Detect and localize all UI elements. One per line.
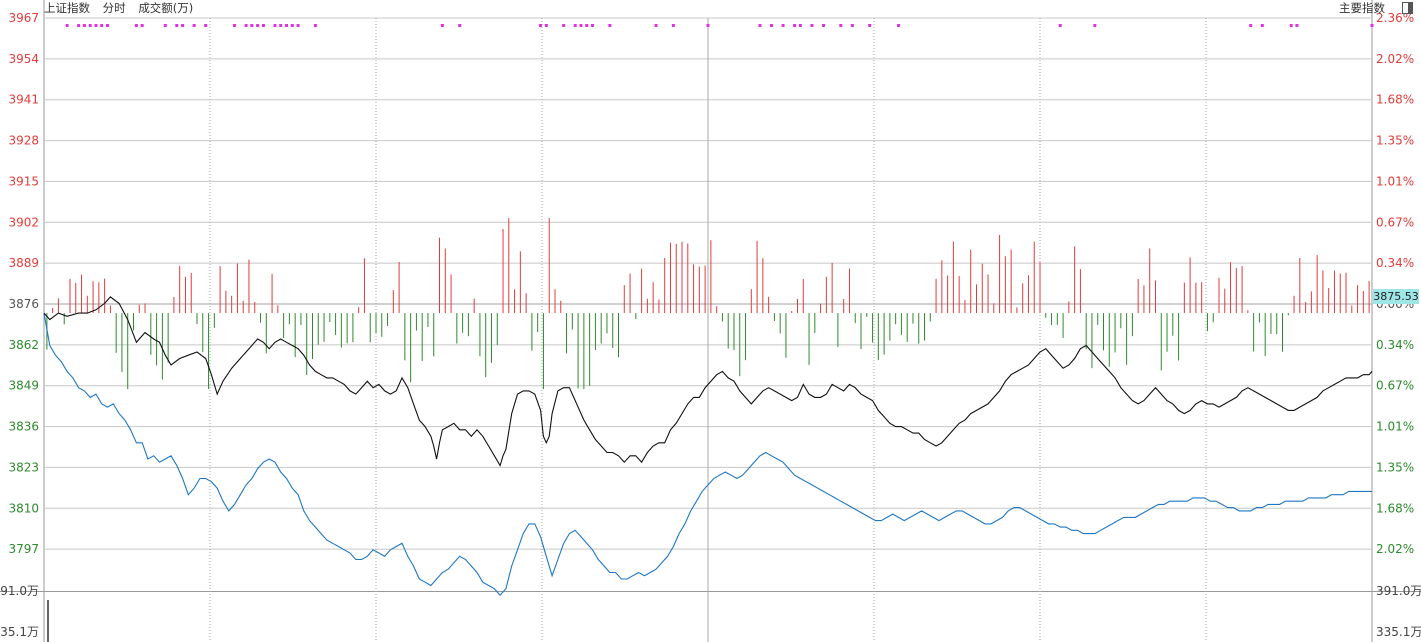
- signal-marker: [175, 24, 179, 27]
- y-left-tick-label: 3941: [8, 93, 39, 107]
- y-left-tick-label: 3823: [8, 460, 39, 474]
- signal-marker: [706, 24, 710, 27]
- indicator-label[interactable]: 成交额(万): [138, 1, 193, 15]
- chart-header: 上证指数 分时 成交额(万): [44, 0, 202, 16]
- y-right-tick-label: 1.01%: [1376, 174, 1414, 188]
- y-left-tick-label: 3967: [8, 11, 39, 25]
- signal-marker: [100, 24, 104, 27]
- signal-marker: [850, 24, 854, 27]
- volume-lower-tick-right: 335.1万: [1376, 625, 1421, 639]
- signal-marker: [106, 24, 110, 27]
- signal-marker: [1058, 24, 1062, 27]
- signal-marker: [591, 24, 595, 27]
- signal-markers: [65, 24, 1374, 27]
- y-right-tick-label: 2.02%: [1376, 52, 1414, 66]
- y-right-tick-label: 0.34%: [1376, 256, 1414, 270]
- signal-marker: [897, 24, 901, 27]
- period-label[interactable]: 分时: [103, 1, 126, 15]
- signal-marker: [233, 24, 237, 27]
- signal-marker: [585, 24, 589, 27]
- current-price-tag: 3875.53: [1373, 289, 1419, 304]
- signal-marker: [250, 24, 254, 27]
- signal-marker: [1370, 24, 1374, 27]
- signal-marker: [82, 24, 86, 27]
- y-left-tick-label: 3810: [8, 501, 39, 515]
- signal-marker: [77, 24, 81, 27]
- signal-marker: [821, 24, 825, 27]
- signal-marker: [94, 24, 98, 27]
- y-left-tick-label: 3849: [8, 379, 39, 393]
- y-left-tick-label: 3797: [8, 542, 39, 556]
- signal-marker: [273, 24, 277, 27]
- y-right-tick-label: 1.68%: [1376, 93, 1414, 107]
- signal-marker: [781, 24, 785, 27]
- signal-marker: [1260, 24, 1264, 27]
- panel-toggle-icon[interactable]: [1402, 2, 1413, 14]
- signal-marker: [579, 24, 583, 27]
- signal-marker: [285, 24, 289, 27]
- signal-marker: [204, 24, 208, 27]
- signal-marker: [573, 24, 577, 27]
- signal-marker: [770, 24, 774, 27]
- main-index-label[interactable]: 主要指数: [1339, 0, 1385, 16]
- y-left-tick-label: 3915: [8, 174, 39, 188]
- signal-marker: [1249, 24, 1253, 27]
- y-left-tick-label: 3862: [8, 338, 39, 352]
- signal-marker: [810, 24, 814, 27]
- signal-marker: [244, 24, 248, 27]
- y-right-tick-label: 1.01%: [1376, 420, 1414, 434]
- y-right-tick-label: 1.68%: [1376, 501, 1414, 515]
- y-right-tick-label: 0.67%: [1376, 215, 1414, 229]
- y-left-tick-label: 3928: [8, 134, 39, 148]
- signal-marker: [192, 24, 196, 27]
- signal-marker: [671, 24, 675, 27]
- signal-marker: [140, 24, 144, 27]
- y-left-tick-label: 3954: [8, 52, 39, 66]
- signal-marker: [1093, 24, 1097, 27]
- signal-marker: [279, 24, 283, 27]
- y-left-tick-label: 3902: [8, 215, 39, 229]
- signal-marker: [261, 24, 265, 27]
- intraday-chart[interactable]: 3967 2.36%3954 2.02%3941 1.68%3928 1.35%3915…: [0, 0, 1421, 642]
- volume-upper-tick-right: 391.0万: [1376, 584, 1421, 598]
- signal-marker: [868, 24, 872, 27]
- signal-marker: [793, 24, 797, 27]
- volume-lower-tick-left: 335.1万: [0, 625, 39, 639]
- y-right-tick-label: 0.34%: [1376, 338, 1414, 352]
- signal-marker: [458, 24, 462, 27]
- signal-marker: [65, 24, 69, 27]
- volume-upper-tick-left: 391.0万: [0, 584, 39, 598]
- signal-marker: [134, 24, 138, 27]
- y-left-tick-label: 3836: [8, 420, 39, 434]
- signal-marker: [88, 24, 92, 27]
- signal-marker: [1289, 24, 1293, 27]
- signal-marker: [290, 24, 294, 27]
- signal-marker: [798, 24, 802, 27]
- signal-marker: [181, 24, 185, 27]
- signal-marker: [608, 24, 612, 27]
- index-name[interactable]: 上证指数: [44, 1, 90, 15]
- y-left-tick-label: 3876: [8, 297, 39, 311]
- signal-marker: [296, 24, 300, 27]
- y-right-tick-label: 0.67%: [1376, 379, 1414, 393]
- signal-marker: [654, 24, 658, 27]
- signal-marker: [562, 24, 566, 27]
- y-right-tick-label: 2.02%: [1376, 542, 1414, 556]
- y-right-tick-label: 1.35%: [1376, 460, 1414, 474]
- signal-marker: [1295, 24, 1299, 27]
- signal-marker: [539, 24, 543, 27]
- signal-marker: [256, 24, 260, 27]
- signal-marker: [839, 24, 843, 27]
- signal-marker: [544, 24, 548, 27]
- signal-marker: [440, 24, 444, 27]
- y-right-tick-label: 1.35%: [1376, 134, 1414, 148]
- y-left-tick-label: 3889: [8, 256, 39, 270]
- signal-marker: [313, 24, 317, 27]
- signal-marker: [163, 24, 167, 27]
- signal-marker: [758, 24, 762, 27]
